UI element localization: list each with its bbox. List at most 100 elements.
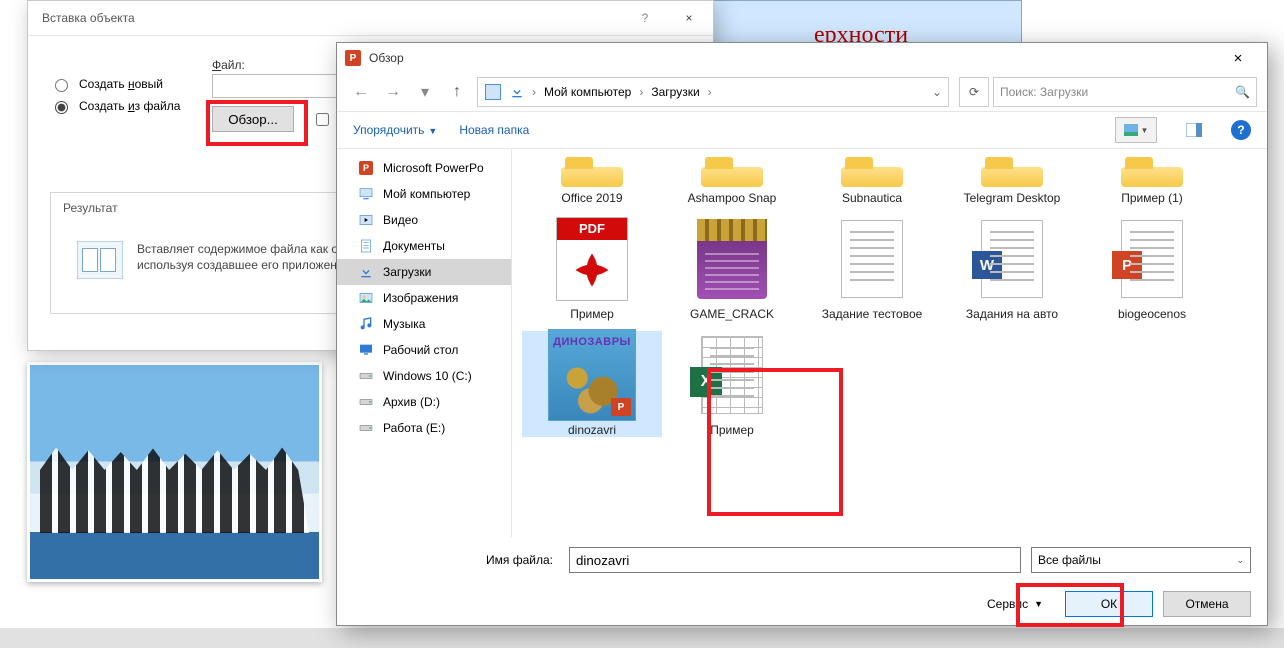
- browse-button[interactable]: Обзор...: [212, 106, 294, 132]
- tree-item-computer[interactable]: Мой компьютер: [337, 181, 511, 207]
- address-bar-row: ← → ▾ ↑ › Мой компьютер › Загрузки › ⌄ ⟳…: [337, 73, 1267, 112]
- create-new-radio-input[interactable]: [55, 79, 68, 92]
- powerpoint-icon: P: [345, 50, 361, 66]
- tree-item-images[interactable]: Изображения: [337, 285, 511, 311]
- breadcrumb[interactable]: › Мой компьютер › Загрузки › ⌄: [477, 77, 949, 107]
- tree-item-powerpoint[interactable]: P Microsoft PowerPo: [337, 155, 511, 181]
- video-icon: [357, 211, 375, 229]
- create-from-file-radio-input[interactable]: [55, 101, 68, 114]
- browse-main: P Microsoft PowerPo Мой компьютер Видео Доку…: [337, 149, 1267, 537]
- browse-titlebar: P Обзор ×: [337, 43, 1267, 73]
- file-label: Subnautica: [842, 191, 902, 205]
- file-item[interactable]: XПример: [662, 331, 802, 437]
- breadcrumb-chevron[interactable]: ›: [528, 85, 540, 99]
- tree-item-label: Рабочий стол: [383, 343, 458, 357]
- drive-icon: [357, 367, 375, 385]
- close-button[interactable]: ×: [669, 1, 709, 35]
- penguin-image: [27, 362, 322, 582]
- file-item[interactable]: Пример (1): [1082, 153, 1222, 205]
- tree-item-label: Мой компьютер: [383, 187, 470, 201]
- file-item[interactable]: PDFПример: [522, 215, 662, 321]
- tree-item-label: Microsoft PowerPo: [383, 161, 484, 175]
- file-item[interactable]: Office 2019: [522, 153, 662, 205]
- search-placeholder: Поиск: Загрузки: [1000, 85, 1088, 99]
- tree-item-label: Документы: [383, 239, 445, 253]
- file-item[interactable]: GAME_CRACK: [662, 215, 802, 321]
- tree-item-label: Изображения: [383, 291, 458, 305]
- file-label: Пример: [710, 423, 754, 437]
- file-item[interactable]: ДИНОЗАВРЫPdinozavri: [522, 331, 662, 437]
- file-item[interactable]: Pbiogeocenos: [1082, 215, 1222, 321]
- file-label: Пример: [570, 307, 614, 321]
- tree-item-video[interactable]: Видео: [337, 207, 511, 233]
- browse-footer: Имя файла: Все файлы ⌄ Сервис▼ ОК Отмена: [337, 537, 1267, 635]
- tree-item-label: Работа (E:): [383, 421, 445, 435]
- link-checkbox-input[interactable]: [316, 113, 329, 126]
- file-item[interactable]: Задание тестовое: [802, 215, 942, 321]
- breadcrumb-chevron[interactable]: ›: [635, 85, 647, 99]
- computer-icon: [482, 81, 504, 103]
- computer-icon: [357, 185, 375, 203]
- nav-up-button[interactable]: ↑: [443, 78, 471, 106]
- tree-item-drive[interactable]: Работа (E:): [337, 415, 511, 441]
- nav-back-button[interactable]: ←: [347, 78, 375, 106]
- dialog-titlebar: Вставка объекта ? ×: [28, 1, 713, 36]
- dialog-title: Вставка объекта: [42, 11, 135, 25]
- file-item[interactable]: Ashampoo Snap: [662, 153, 802, 205]
- breadcrumb-folder[interactable]: Загрузки: [647, 85, 703, 99]
- tree-item-drive[interactable]: Windows 10 (C:): [337, 363, 511, 389]
- file-item[interactable]: WЗадания на авто: [942, 215, 1082, 321]
- tree-item-downloads[interactable]: Загрузки: [337, 259, 511, 285]
- tree-item-music[interactable]: Музыка: [337, 311, 511, 337]
- file-label: Файл:: [212, 58, 245, 72]
- filter-label: Все файлы: [1038, 553, 1101, 567]
- ok-button[interactable]: ОК: [1065, 591, 1153, 617]
- help-button[interactable]: ?: [625, 1, 665, 35]
- nav-recent-button[interactable]: ▾: [411, 78, 439, 106]
- new-folder-button[interactable]: Новая папка: [459, 123, 529, 137]
- tree-item-label: Windows 10 (C:): [383, 369, 472, 383]
- file-label: Telegram Desktop: [964, 191, 1061, 205]
- nav-forward-button[interactable]: →: [379, 78, 407, 106]
- create-from-file-label: Создать из файла: [79, 99, 180, 113]
- breadcrumb-chevron[interactable]: ›: [704, 85, 716, 99]
- images-icon: [357, 289, 375, 307]
- file-label: Задание тестовое: [822, 307, 923, 321]
- file-label: Задания на авто: [966, 307, 1058, 321]
- tree-item-drive[interactable]: Архив (D:): [337, 389, 511, 415]
- browse-title: Обзор: [369, 51, 404, 65]
- preview-pane-button[interactable]: [1179, 117, 1209, 143]
- tree-item-label: Видео: [383, 213, 418, 227]
- organize-button[interactable]: Упорядочить▼: [353, 123, 437, 137]
- browse-close-button[interactable]: ×: [1217, 44, 1259, 72]
- tree-item-docs[interactable]: Документы: [337, 233, 511, 259]
- filename-label: Имя файла:: [353, 553, 559, 567]
- desktop-icon: [357, 341, 375, 359]
- file-grid: Office 2019 Ashampoo Snap Subnautica Telegr…: [512, 149, 1267, 537]
- file-item[interactable]: Telegram Desktop: [942, 153, 1082, 205]
- tree-item-desktop[interactable]: Рабочий стол: [337, 337, 511, 363]
- service-button[interactable]: Сервис▼: [987, 597, 1043, 611]
- filename-input[interactable]: [569, 547, 1021, 573]
- file-label: dinozavri: [568, 423, 616, 437]
- file-label: GAME_CRACK: [690, 307, 774, 321]
- search-input[interactable]: Поиск: Загрузки 🔍: [993, 77, 1257, 107]
- breadcrumb-dropdown[interactable]: ⌄: [926, 85, 948, 99]
- result-icon: [77, 241, 123, 279]
- powerpoint-icon: P: [357, 159, 375, 177]
- breadcrumb-root[interactable]: Мой компьютер: [540, 85, 635, 99]
- file-label: Office 2019: [561, 191, 622, 205]
- chevron-down-icon: ⌄: [1236, 555, 1244, 566]
- cancel-button[interactable]: Отмена: [1163, 591, 1251, 617]
- command-bar: Упорядочить▼ Новая папка ▼ ?: [337, 112, 1267, 149]
- create-new-label: Создать новый: [79, 77, 163, 91]
- file-item[interactable]: Subnautica: [802, 153, 942, 205]
- help-button[interactable]: ?: [1231, 120, 1251, 140]
- file-label: Пример (1): [1121, 191, 1183, 205]
- refresh-button[interactable]: ⟳: [959, 77, 989, 107]
- file-label: biogeocenos: [1118, 307, 1186, 321]
- search-icon: 🔍: [1235, 85, 1250, 99]
- view-mode-button[interactable]: ▼: [1115, 117, 1157, 143]
- file-type-filter[interactable]: Все файлы ⌄: [1031, 547, 1251, 573]
- docs-icon: [357, 237, 375, 255]
